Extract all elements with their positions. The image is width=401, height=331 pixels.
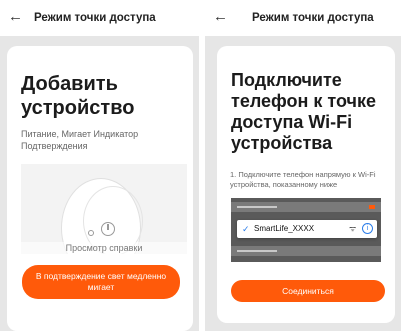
- connect-button[interactable]: Соединиться: [231, 280, 385, 302]
- left-screen: ← Режим точки доступа Добавить устройств…: [0, 0, 199, 331]
- power-button-icon: [101, 222, 115, 236]
- content-card: Подключите телефон к точке доступа Wi-Fi…: [217, 46, 395, 323]
- check-icon: ✓: [242, 224, 250, 234]
- back-arrow-icon[interactable]: ←: [8, 7, 23, 27]
- top-bar: ← Режим точки доступа: [205, 0, 401, 36]
- view-help-link[interactable]: Просмотр справки: [21, 242, 187, 254]
- confirm-slow-blink-button[interactable]: В подтверждение свет медленно мигает: [22, 265, 180, 299]
- wifi-network-row: ✓ SmartLife_XXXX ᯤ i: [237, 220, 377, 238]
- wifi-list-illustration: ✓ SmartLife_XXXX ᯤ i: [231, 198, 381, 262]
- page-title: Режим точки доступа: [252, 12, 374, 24]
- back-arrow-icon[interactable]: ←: [213, 7, 228, 27]
- top-bar: ← Режим точки доступа: [0, 0, 199, 36]
- card-heading: Добавить устройство: [21, 73, 135, 119]
- instruction-text: 1. Подключите телефон напрямую к Wi-Fi у…: [230, 170, 376, 189]
- wifi-signal-icon: ᯤ: [349, 224, 357, 233]
- right-screen: ← Режим точки доступа Подключите телефон…: [205, 0, 401, 331]
- card-heading: Подключите телефон к точке доступа Wi-Fi…: [231, 70, 377, 153]
- page-title: Режим точки доступа: [34, 12, 156, 24]
- card-description: Питание, Мигает Индикатор Подтверждения: [21, 129, 139, 151]
- device-illustration: [21, 164, 187, 254]
- wifi-list-row-blurred: [231, 246, 381, 256]
- wifi-ssid: SmartLife_XXXX: [254, 224, 315, 233]
- content-card: Добавить устройство Питание, Мигает Инди…: [7, 46, 193, 331]
- info-icon: i: [362, 223, 373, 234]
- flag-icon: [369, 205, 375, 209]
- wifi-list-row-blurred: [231, 202, 381, 212]
- indicator-led-icon: [88, 230, 94, 236]
